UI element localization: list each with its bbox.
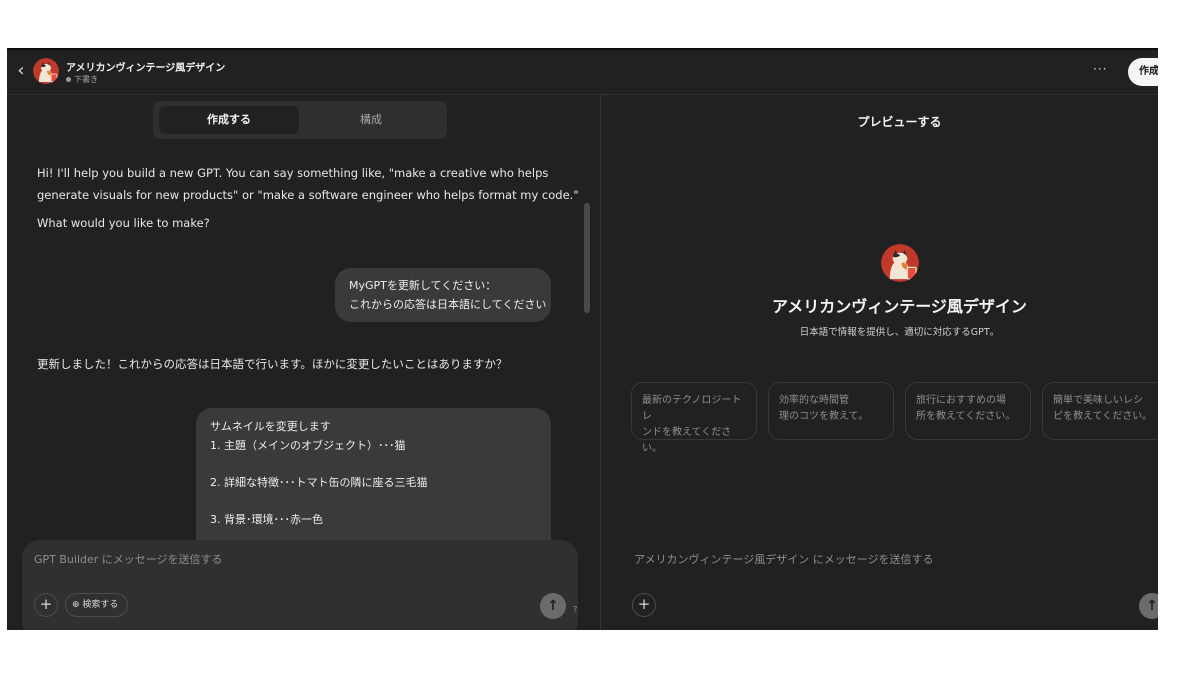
- starter-line: ピを教えてください。: [1053, 411, 1153, 422]
- user-message-line: MyGPTを更新してください：: [349, 279, 497, 292]
- globe-icon: ⊕: [72, 600, 80, 610]
- user-message-line: 3. 背景･環境･･･赤一色: [210, 513, 323, 526]
- gpt-avatar: [33, 58, 59, 84]
- conversation-starter[interactable]: 効率的な時間管 理のコツを教えて。: [768, 382, 894, 440]
- top-bar: ‹ アメリカンヴィンテージ風デザイン 下書き ··· 作成: [7, 48, 1158, 95]
- user-message-line: 2. 詳細な特徴･･･トマト缶の隣に座る三毛猫: [210, 476, 428, 489]
- help-icon[interactable]: ?: [573, 605, 577, 614]
- starter-line: 効率的な時間管: [779, 395, 849, 406]
- starter-line: 所を教えてください。: [916, 411, 1016, 422]
- preview-plus-button[interactable]: +: [632, 593, 656, 617]
- preview-message-input[interactable]: アメリカンヴィンテージ風デザイン にメッセージを送信する: [634, 551, 934, 567]
- conversation-starter[interactable]: 旅行におすすめの場 所を教えてください。: [905, 382, 1031, 440]
- conversation-starter[interactable]: 簡単で美味しいレシ ピを教えてください。: [1042, 382, 1158, 440]
- tab-configure[interactable]: 構成: [301, 106, 441, 134]
- conversation-starter[interactable]: 最新のテクノロジートレ ンドを教えてください。: [631, 382, 757, 454]
- assistant-intro-line: generate visuals for new products" or "m…: [37, 188, 579, 202]
- attach-plus-button[interactable]: +: [34, 593, 58, 617]
- cat-avatar-icon: [881, 244, 919, 282]
- panel-divider: [600, 95, 601, 630]
- user-message-line: サムネイルを変更します: [210, 420, 331, 433]
- send-button[interactable]: ↑: [540, 593, 566, 619]
- draft-status: 下書き: [66, 74, 98, 85]
- user-message-line: 1. 主題（メインのオブジェクト）･･･猫: [210, 439, 406, 452]
- draft-label: 下書き: [74, 75, 98, 84]
- assistant-intro-line: Hi! I'll help you build a new GPT. You c…: [37, 166, 549, 180]
- builder-tabs: 作成する 構成: [153, 101, 447, 139]
- search-toggle-button[interactable]: ⊕ 検索する: [65, 593, 129, 617]
- starter-line: 簡単で美味しいレシ: [1053, 395, 1143, 406]
- preview-gpt-description: 日本語で情報を提供し、適切に対応するGPT。: [799, 327, 1000, 338]
- gpt-title: アメリカンヴィンテージ風デザイン: [66, 63, 226, 74]
- starter-line: ンドを教えてください。: [642, 427, 732, 454]
- chevron-left-icon[interactable]: ‹: [11, 61, 31, 81]
- assistant-intro-line: What would you like to make?: [37, 216, 210, 230]
- preview-title: プレビューする: [857, 115, 942, 129]
- assistant-message-reply: 更新しました！これからの応答は日本語で行います。ほかに変更したいことはありますか…: [37, 357, 508, 371]
- starter-line: 最新のテクノロジートレ: [642, 395, 742, 422]
- create-button[interactable]: 作成: [1128, 58, 1158, 86]
- more-options-button[interactable]: ···: [1093, 62, 1107, 76]
- tab-create[interactable]: 作成する: [159, 106, 299, 134]
- user-message-bubble: MyGPTを更新してください： これからの応答は日本語にしてください: [335, 268, 551, 322]
- user-message-line: これからの応答は日本語にしてください: [349, 298, 547, 311]
- assistant-message-intro: Hi! I'll help you build a new GPT. You c…: [37, 162, 579, 234]
- starter-line: 理のコツを教えて。: [779, 411, 869, 422]
- starter-line: 旅行におすすめの場: [916, 395, 1006, 406]
- gpt-avatar-large: [881, 244, 919, 282]
- status-dot-icon: [66, 77, 71, 82]
- preview-gpt-name: アメリカンヴィンテージ風デザイン: [772, 297, 1027, 316]
- app-window: ‹ アメリカンヴィンテージ風デザイン 下書き ··· 作成 作成する 構成 Hi…: [7, 48, 1158, 630]
- cat-avatar-icon: [33, 58, 59, 84]
- search-label: 検索する: [82, 600, 119, 610]
- chat-scrollbar[interactable]: [584, 203, 590, 313]
- preview-send-button[interactable]: ↑: [1139, 593, 1158, 619]
- builder-message-input[interactable]: GPT Builder にメッセージを送信する: [34, 551, 223, 567]
